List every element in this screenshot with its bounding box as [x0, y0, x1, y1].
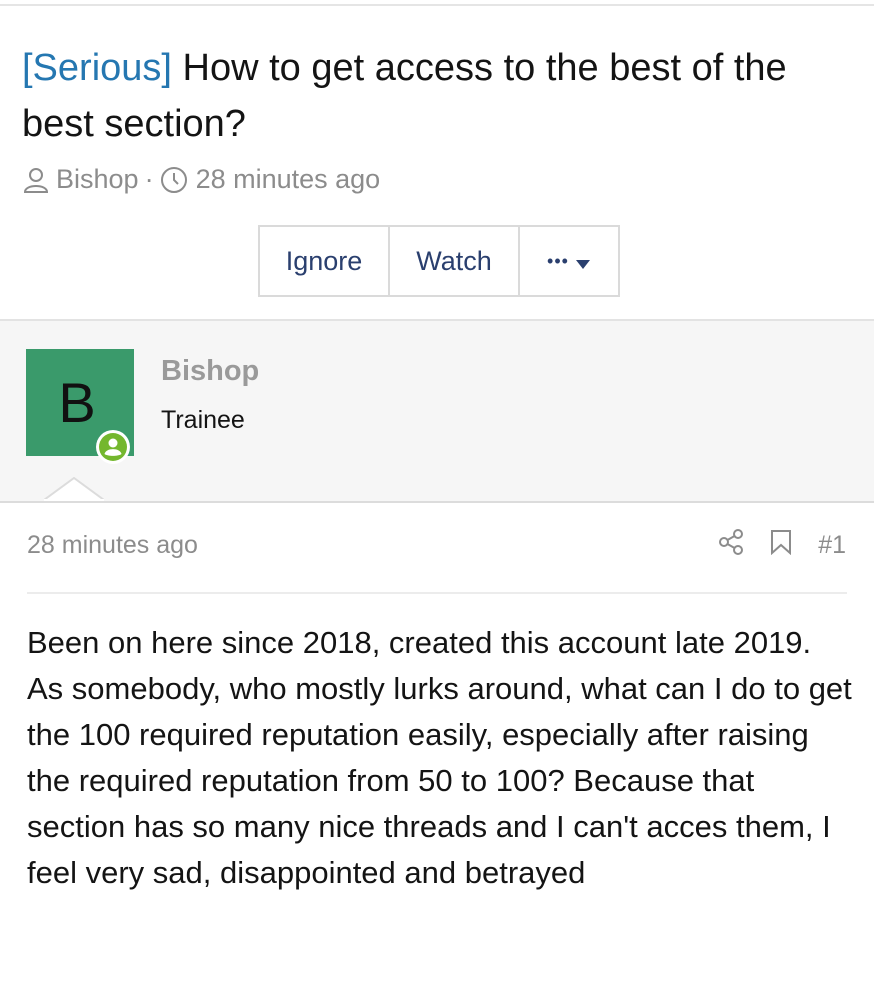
user-icon [22, 166, 50, 194]
post-divider [27, 592, 847, 594]
caret-down-icon [575, 246, 591, 277]
share-icon[interactable] [718, 529, 744, 562]
thread-author-link[interactable]: Bishop [56, 164, 139, 195]
clock-icon [160, 166, 188, 194]
post-number-link[interactable]: #1 [818, 531, 846, 560]
ignore-button[interactable]: Ignore [260, 227, 390, 295]
thread-prefix[interactable]: [Serious] [22, 47, 172, 89]
post-paragraph: As somebody, who mostly lurks around, wh… [27, 671, 852, 890]
post-actions: #1 [718, 529, 846, 562]
thread-time-link[interactable]: 28 minutes ago [196, 164, 381, 195]
post-time-link[interactable]: 28 minutes ago [27, 531, 198, 560]
thread-title: [Serious] How to get access to the best … [22, 40, 852, 152]
meta-separator: · [144, 164, 154, 194]
post-body: Been on here since 2018, created this ac… [27, 620, 857, 896]
thread-meta: Bishop · 28 minutes ago [22, 164, 380, 195]
bookmark-icon[interactable] [770, 529, 792, 562]
post-author-panel: B Bishop Trainee [0, 319, 874, 503]
online-status-icon [95, 429, 131, 465]
watch-button[interactable]: Watch [390, 227, 520, 295]
top-divider [0, 4, 874, 6]
more-options-button[interactable]: ••• [520, 227, 618, 295]
author-user-title: Trainee [161, 406, 245, 434]
panel-pointer-arrow [44, 477, 104, 501]
thread-action-buttons: Ignore Watch ••• [258, 225, 620, 297]
author-name-link[interactable]: Bishop [161, 355, 259, 388]
more-dots: ••• [547, 250, 569, 271]
post-paragraph: Been on here since 2018, created this ac… [27, 625, 812, 660]
